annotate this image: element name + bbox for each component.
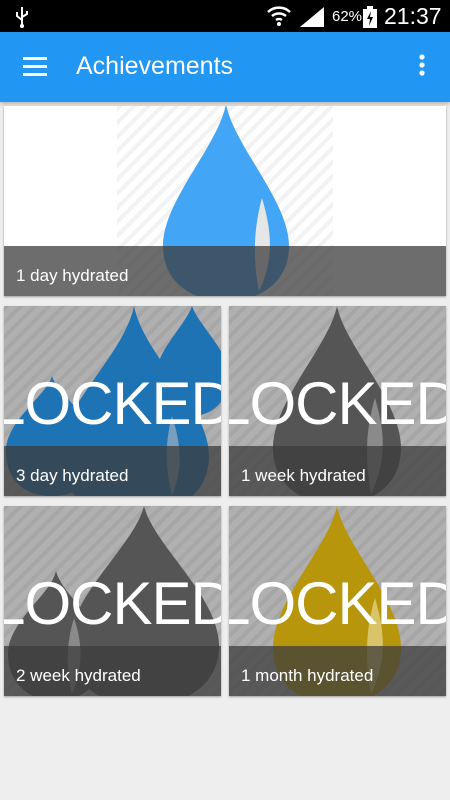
app-bar: Achievements [0,32,450,102]
locked-overlay: LOCKED [229,570,446,637]
usb-icon [16,7,28,28]
achievement-card-3-day[interactable]: LOCKED 3 day hydrated [4,306,221,496]
menu-icon[interactable] [14,49,58,85]
achievement-card-2-week[interactable]: LOCKED 2 week hydrated [4,506,221,696]
achievement-card-1-day[interactable]: 1 day hydrated [4,106,446,296]
achievement-label: 2 week hydrated [16,666,141,685]
achievement-label: 1 day hydrated [16,266,129,285]
achievement-card-1-week[interactable]: LOCKED 1 week hydrated [229,306,446,496]
achievement-label: 3 day hydrated [16,466,129,485]
wifi-icon [267,6,291,26]
battery-percent: 62% [332,8,363,25]
overflow-menu-icon[interactable] [406,49,438,85]
locked-overlay: LOCKED [229,370,446,437]
signal-icon [300,7,324,27]
locked-overlay: LOCKED [4,570,221,637]
battery-charging-icon [363,6,377,28]
clock: 21:37 [384,3,442,29]
achievement-card-1-month[interactable]: LOCKED 1 month hydrated [229,506,446,696]
achievement-label: 1 month hydrated [241,666,374,685]
locked-overlay: LOCKED [4,370,221,437]
status-bar: 62% 21:37 [0,0,450,32]
achievement-label: 1 week hydrated [241,466,366,485]
page-title: Achievements [76,52,234,80]
